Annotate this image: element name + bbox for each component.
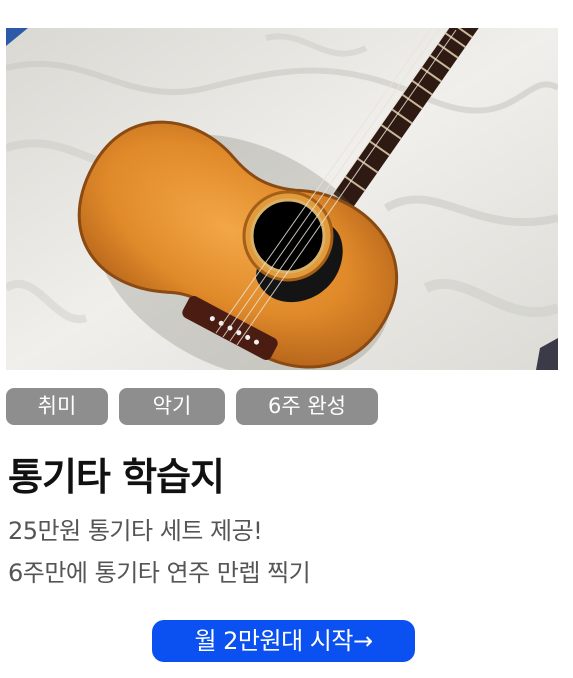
description-line-1: 25만원 통기타 세트 제공! [8, 517, 263, 545]
tag-instrument: 악기 [119, 388, 225, 425]
start-subscription-button[interactable]: 월 2만원대 시작→ [152, 620, 415, 662]
guitar-photo [6, 28, 558, 370]
product-title: 통기타 학습지 [8, 455, 225, 499]
product-card: 취미 악기 6주 완성 통기타 학습지 25만원 통기타 세트 제공! 6주만에… [0, 0, 573, 678]
tag-hobby: 취미 [6, 388, 108, 425]
description-line-2: 6주만에 통기타 연주 만렙 찍기 [8, 559, 311, 587]
tag-six-weeks: 6주 완성 [236, 388, 378, 425]
tag-list: 취미 악기 6주 완성 [6, 388, 378, 425]
product-description: 25만원 통기타 세트 제공! 6주만에 통기타 연주 만렙 찍기 [8, 510, 311, 594]
